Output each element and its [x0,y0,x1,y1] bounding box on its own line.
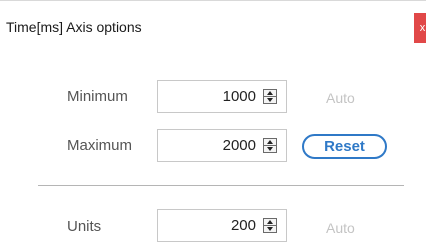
top-border [0,0,426,1]
spin-down-icon[interactable] [267,227,273,231]
minimum-label: Minimum [67,88,128,105]
minimum-spinner-icon[interactable] [263,89,277,104]
maximum-value[interactable]: 2000 [223,137,256,154]
units-label: Units [67,218,102,235]
maximum-input[interactable]: 2000 [157,129,287,162]
units-auto-button[interactable]: Auto [326,220,355,236]
dialog-title: Time[ms] Axis options [6,19,142,35]
spinner-divider [264,145,276,146]
reset-button[interactable]: Reset [302,134,387,159]
section-divider [38,185,404,186]
close-button[interactable]: x [414,13,426,43]
minimum-value[interactable]: 1000 [223,88,256,105]
spin-down-icon[interactable] [267,98,273,102]
spinner-divider [264,225,276,226]
maximum-label: Maximum [67,137,133,154]
spin-down-icon[interactable] [267,147,273,151]
units-spinner-icon[interactable] [263,218,277,233]
units-input[interactable]: 200 [157,209,287,242]
minimum-auto-button[interactable]: Auto [326,90,355,106]
close-icon: x [419,22,426,34]
minimum-input[interactable]: 1000 [157,80,287,113]
maximum-spinner-icon[interactable] [263,138,277,153]
spin-up-icon[interactable] [267,91,273,95]
spin-up-icon[interactable] [267,220,273,224]
units-value[interactable]: 200 [231,217,256,234]
spin-up-icon[interactable] [267,140,273,144]
spinner-divider [264,96,276,97]
